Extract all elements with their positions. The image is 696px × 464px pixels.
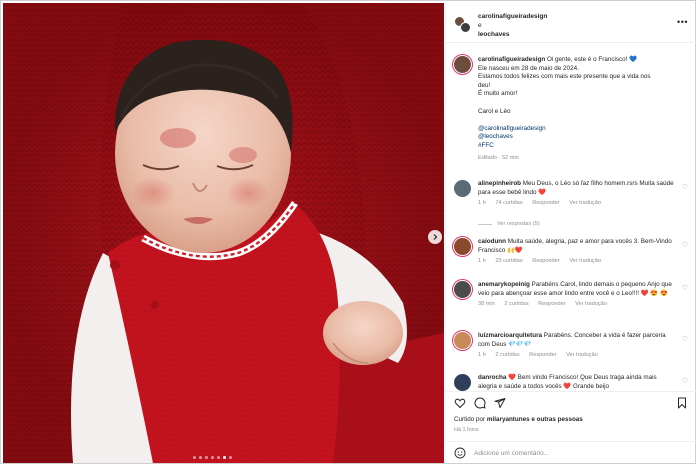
heart-icon[interactable]: ♡	[682, 377, 688, 385]
more-horizontal-icon: •••	[677, 17, 688, 27]
comment-username[interactable]: caiodunn	[478, 238, 506, 245]
author-username[interactable]: carolinafigueiradesign	[478, 13, 547, 20]
avatar[interactable]	[454, 332, 471, 349]
carousel-dot[interactable]	[211, 456, 214, 459]
reply-button[interactable]: Responder	[538, 301, 565, 307]
heart-icon[interactable]: ♡	[682, 284, 688, 292]
comments-scroll-area[interactable]: carolinafigueiradesign Oi gente, este é …	[446, 44, 696, 394]
carousel-dot[interactable]	[217, 456, 220, 459]
comment-likes[interactable]: 2 curtidas	[504, 301, 528, 307]
avatar[interactable]	[454, 180, 471, 197]
hashtag-link[interactable]: #FFC	[478, 142, 688, 151]
add-comment-bar	[446, 441, 696, 463]
comment-text: Muita saúde, alegria, paz e amor para vo…	[478, 238, 672, 254]
carousel-dot[interactable]	[193, 456, 196, 459]
translate-button[interactable]: Ver tradução	[575, 301, 607, 307]
comment-likes[interactable]: 25 curtidas	[495, 258, 522, 264]
carousel-dot[interactable]	[223, 456, 226, 459]
bookmark-icon[interactable]	[676, 397, 688, 409]
avatar[interactable]	[454, 281, 471, 298]
chevron-right-icon	[433, 234, 438, 240]
carousel-dot[interactable]	[205, 456, 208, 459]
instagram-post-modal: carolinafigueiradesign e leochaves ••• c…	[0, 0, 696, 464]
mention-link[interactable]: @carolinafigueiradesign	[478, 125, 688, 134]
translate-button[interactable]: Ver tradução	[569, 258, 601, 264]
coauthor-username[interactable]: leochaves	[478, 31, 509, 38]
avatar[interactable]	[454, 238, 471, 255]
comment-likes[interactable]: 2 curtidas	[495, 352, 519, 358]
caption-text: Estamos todos felizes com mais este pres…	[478, 73, 651, 81]
comment-icon[interactable]	[474, 397, 486, 409]
comment-time: 1 h	[478, 200, 486, 207]
reply-button[interactable]: Responder	[529, 352, 556, 358]
carousel-indicator	[193, 456, 232, 459]
heart-icon[interactable]: ♡	[682, 183, 688, 191]
avatar[interactable]	[454, 374, 471, 391]
comment-likes[interactable]: 74 curtidas	[495, 200, 522, 206]
carousel-dot[interactable]	[199, 456, 202, 459]
others-link[interactable]: e outras pessoas	[531, 416, 582, 423]
avatar	[460, 22, 471, 33]
reply-button[interactable]: Responder	[532, 258, 559, 264]
post-details-panel: carolinafigueiradesign e leochaves ••• c…	[445, 3, 696, 463]
share-icon[interactable]	[494, 397, 506, 409]
carousel-dot[interactable]	[229, 456, 232, 459]
heart-icon[interactable]: ♡	[682, 335, 688, 343]
comment-input[interactable]	[474, 446, 624, 460]
comment-time: 38 min	[478, 301, 495, 308]
post-time: Há 1 hora	[454, 427, 479, 433]
heart-icon[interactable]	[454, 397, 466, 409]
translate-button[interactable]: Ver tradução	[566, 352, 598, 358]
post-header: carolinafigueiradesign e leochaves •••	[446, 3, 696, 43]
liker-username[interactable]: milaryantunes	[487, 416, 530, 423]
comment-time: 1 h	[478, 352, 486, 359]
baby-photo-illustration	[3, 3, 444, 463]
post-photo	[3, 3, 444, 463]
comment-username[interactable]: alinepinheirob	[478, 180, 521, 187]
caption-text: Ele nasceu em 28 de maio de 2024.	[478, 64, 579, 72]
comment-username[interactable]: anemarykopeinig	[478, 281, 530, 288]
more-options-button[interactable]: •••	[677, 17, 688, 27]
likes-summary: Curtido por milaryantunes e outras pesso…	[454, 416, 583, 423]
caption-edited-time: Editado · 52 min	[478, 154, 519, 161]
comment-username[interactable]: danrocha	[478, 374, 506, 381]
reply-button[interactable]: Responder	[532, 200, 559, 206]
heart-icon[interactable]: ♡	[682, 241, 688, 249]
translate-button[interactable]: Ver tradução	[569, 200, 601, 206]
view-replies-button[interactable]: Ver respostas (5)	[478, 221, 540, 227]
carousel-next-button[interactable]	[428, 230, 442, 244]
comment-time: 1 h	[478, 258, 486, 265]
post-caption: carolinafigueiradesign Oi gente, este é …	[478, 56, 688, 162]
comment-username[interactable]: luizmarcioarquitetura	[478, 332, 542, 339]
coauthor-avatars[interactable]	[454, 16, 472, 34]
caption-author[interactable]: carolinafigueiradesign	[478, 56, 545, 63]
post-action-bar	[446, 391, 696, 413]
post-authors: carolinafigueiradesign e leochaves	[478, 12, 547, 39]
caption-text: Oi gente, este é o Francisco! 💙	[546, 56, 638, 63]
emoji-icon[interactable]	[454, 447, 466, 459]
caption-text: Carol e Léo	[478, 107, 511, 115]
caption-text: É muito amor!	[478, 90, 518, 98]
authors-conjunction: e	[478, 22, 482, 29]
avatar[interactable]	[454, 56, 471, 73]
mention-link[interactable]: @leochaves	[478, 133, 688, 142]
